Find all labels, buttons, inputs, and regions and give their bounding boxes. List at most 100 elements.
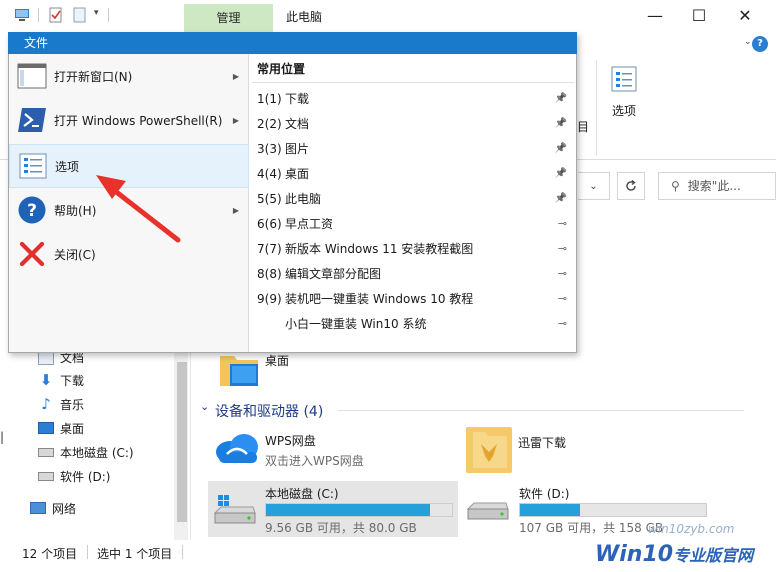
tab-manage[interactable]: 管理 <box>184 4 273 32</box>
drive-tile-wps[interactable]: WPS网盘 双击进入WPS网盘 <box>210 426 450 472</box>
refresh-button[interactable] <box>617 172 645 200</box>
powershell-icon <box>16 104 48 136</box>
computer-icon[interactable] <box>14 7 30 23</box>
ribbon-expand-icon[interactable]: ⌄ <box>744 37 752 47</box>
new-folder-icon[interactable] <box>72 7 88 23</box>
network-icon <box>30 502 46 514</box>
desktop-folder-label: 桌面 <box>265 354 290 368</box>
recent-item-label: 下载 <box>285 92 310 106</box>
ribbon-partial-label: 目 <box>577 120 590 134</box>
recent-item[interactable]: 8(8) 编辑文章部分配图 ⊸ <box>257 261 573 286</box>
music-icon: ♪ <box>41 395 51 413</box>
pinned-icon[interactable]: 📌 <box>555 193 567 204</box>
recent-places-header: 常用位置 <box>257 62 306 76</box>
pinned-icon[interactable]: 📌 <box>555 93 567 104</box>
pin-icon[interactable]: ⊸ <box>558 317 567 330</box>
watermark-brand-sub: 专业版官网 <box>673 546 754 565</box>
minimize-button[interactable]: — <box>632 0 678 30</box>
nav-item-label: 音乐 <box>60 397 85 412</box>
tab-file[interactable]: 文件 <box>8 32 64 54</box>
nav-item-drive-c[interactable]: 本地磁盘 (C:) <box>38 441 134 463</box>
qa-divider <box>38 8 39 22</box>
watermark-url: win10zyb.com <box>648 522 735 536</box>
menu-item-new-window[interactable]: 打开新窗口(N) ▶ <box>9 54 249 98</box>
pin-icon[interactable]: ⊸ <box>558 292 567 305</box>
recent-item[interactable]: 4(4) 桌面 📌 <box>257 161 573 186</box>
search-input[interactable]: ⚲ 搜索"此... <box>658 172 776 200</box>
desktop-icon <box>38 422 54 434</box>
menu-item-label: 打开新窗口(N) <box>54 69 133 84</box>
recent-item-number: 1(1) <box>257 91 282 106</box>
drive-usage-fill <box>266 504 430 516</box>
drive-tile-c[interactable]: 本地磁盘 (C:) 9.56 GB 可用，共 80.0 GB <box>208 481 458 537</box>
group-title-devices[interactable]: 设备和驱动器 (4) <box>215 401 323 421</box>
drive-name: 软件 (D:) <box>519 487 570 501</box>
recent-item-number: 5(5) <box>257 191 282 206</box>
pinned-icon[interactable]: 📌 <box>555 168 567 179</box>
address-dropdown-icon[interactable]: ⌄ <box>578 172 610 200</box>
nav-item-desktop[interactable]: 桌面 <box>38 417 84 439</box>
new-window-icon <box>16 60 48 92</box>
recent-item[interactable]: 3(3) 图片 📌 <box>257 136 573 161</box>
recent-item[interactable]: 小白一键重装 Win10 系统 ⊸ <box>257 311 573 336</box>
pinned-icon[interactable]: 📌 <box>555 143 567 154</box>
recent-header-divider <box>252 82 574 83</box>
annotation-arrow-icon <box>96 175 181 243</box>
nav-item-label: 下载 <box>60 373 85 388</box>
drive-name: 本地磁盘 (C:) <box>265 487 339 501</box>
drive-tile-thunder[interactable]: 迅雷下载 <box>465 426 705 476</box>
pin-icon[interactable]: ⊸ <box>558 217 567 230</box>
recent-item-label: 小白一键重装 Win10 系统 <box>285 317 427 331</box>
status-item-count: 12 个项目 <box>22 547 78 561</box>
window-title: 此电脑 <box>286 10 323 24</box>
submenu-arrow-icon: ▶ <box>232 115 239 125</box>
recent-item-label: 图片 <box>285 142 310 156</box>
pin-icon[interactable]: ⊸ <box>558 267 567 280</box>
drive-usage-fill <box>520 504 580 516</box>
recent-item[interactable]: 2(2) 文档 📌 <box>257 111 573 136</box>
pinned-icon[interactable]: 📌 <box>555 118 567 129</box>
nav-scrollbar-thumb[interactable] <box>177 362 187 522</box>
nav-item-drive-d[interactable]: 软件 (D:) <box>38 465 110 487</box>
desktop-folder-icon[interactable] <box>218 350 258 390</box>
close-button[interactable]: ✕ <box>722 0 768 30</box>
recent-item[interactable]: 9(9) 装机吧一键重装 Windows 10 教程 ⊸ <box>257 286 573 311</box>
pin-icon[interactable]: ⊸ <box>558 242 567 255</box>
ribbon-options-label: 选项 <box>611 104 636 118</box>
group-collapse-icon[interactable]: ⌄ <box>200 400 209 413</box>
menu-item-powershell[interactable]: 打开 Windows PowerShell(R) ▶ <box>9 98 249 142</box>
recent-item-label: 编辑文章部分配图 <box>285 267 382 281</box>
left-edge-fragment: | <box>0 430 5 444</box>
menu-item-label: 打开 Windows PowerShell(R) <box>54 113 223 128</box>
recent-item-number: 2(2) <box>257 116 282 131</box>
recent-item[interactable]: 1(1) 下载 📌 <box>257 86 573 111</box>
ribbon-separator <box>596 60 597 156</box>
submenu-arrow-icon: ▶ <box>232 205 239 215</box>
nav-item-downloads[interactable]: ⬇ 下载 <box>38 369 84 391</box>
group-divider <box>338 410 744 411</box>
navigation-pane <box>0 340 190 540</box>
drive-sub: 双击进入WPS网盘 <box>265 454 364 468</box>
recent-item[interactable]: 6(6) 早点工资 ⊸ <box>257 211 573 236</box>
drive-sub: 9.56 GB 可用，共 80.0 GB <box>265 521 417 535</box>
status-divider <box>182 545 183 559</box>
nav-item-network[interactable]: 网络 <box>30 497 76 519</box>
status-selected: 选中 1 个项目 <box>97 547 173 561</box>
drive-icon <box>38 447 54 457</box>
download-icon: ⬇ <box>39 371 53 389</box>
help-icon[interactable]: ? <box>752 36 768 52</box>
ribbon-options-button[interactable]: 选项 <box>600 64 648 124</box>
qa-dropdown-icon[interactable]: ▾ <box>94 8 99 18</box>
recent-item-label: 装机吧一键重装 Windows 10 教程 <box>285 292 474 306</box>
maximize-button[interactable]: ☐ <box>676 0 722 30</box>
recent-item[interactable]: 5(5) 此电脑 📌 <box>257 186 573 211</box>
search-icon: ⚲ <box>671 179 680 193</box>
recent-item-label: 新版本 Windows 11 安装教程截图 <box>285 242 474 256</box>
submenu-arrow-icon: ▶ <box>232 71 239 81</box>
recent-item[interactable]: 7(7) 新版本 Windows 11 安装教程截图 ⊸ <box>257 236 573 261</box>
drive-name: 迅雷下载 <box>518 436 567 450</box>
recent-item-label: 桌面 <box>285 167 310 181</box>
svg-text:?: ? <box>27 201 37 221</box>
properties-icon[interactable] <box>48 7 64 23</box>
nav-item-music[interactable]: ♪ 音乐 <box>38 393 84 415</box>
